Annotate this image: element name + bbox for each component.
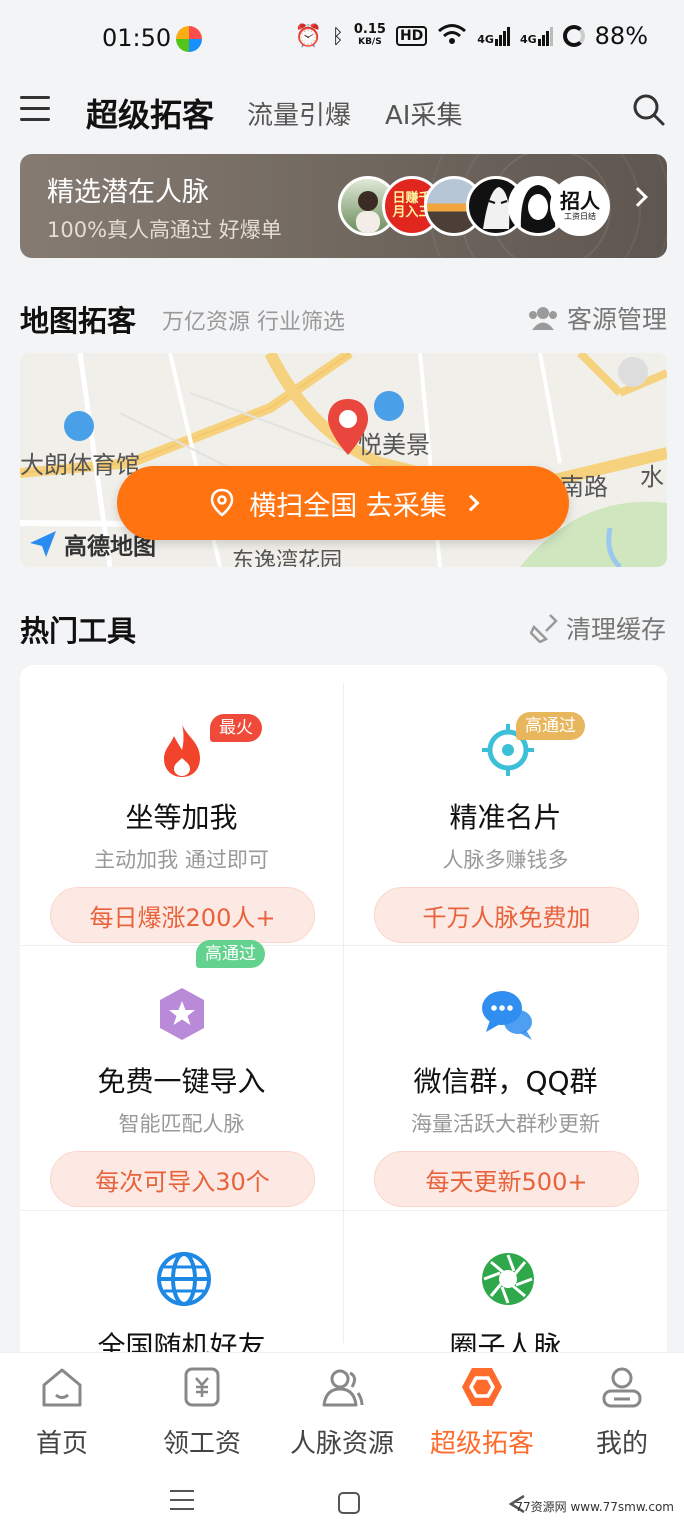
battery-percent: 88%	[594, 22, 648, 50]
avatar-subtext: 工资日结	[564, 212, 596, 221]
bottom-nav-label: 我的	[595, 1429, 648, 1459]
tab-traffic-boost[interactable]: 流量引爆	[247, 95, 351, 132]
high-pass-badge: 高通过	[516, 712, 585, 740]
location-icon	[210, 488, 234, 517]
bottom-nav-label: 超级拓客	[429, 1429, 534, 1459]
avatar-stack: 日赚千 月入三 招人 工资日结	[338, 176, 633, 238]
tool-card-circle-contacts[interactable]: 圈子人脉	[344, 1211, 667, 1365]
profile-icon	[600, 1365, 644, 1409]
battery-ring-icon	[562, 25, 585, 47]
tool-card-one-click-import[interactable]: 高通过 免费一键导入 智能匹配人脉 每次可导入30个	[20, 940, 343, 1210]
stadium-poi-icon	[64, 411, 94, 441]
tool-card-precise-card[interactable]: 高通过 精准名片 人脉多赚钱多 千万人脉免费加	[344, 682, 667, 946]
signal-icon-1: 4G	[477, 26, 510, 46]
high-pass-badge: 高通过	[196, 940, 265, 968]
location-pin-icon	[328, 399, 368, 461]
wifi-icon	[437, 23, 467, 49]
tool-card-wait-add[interactable]: 最火 坐等加我 主动加我 通过即可 每日爆涨200人+	[20, 682, 343, 946]
map-label: 悦美景	[358, 431, 430, 459]
banner-subtitle: 100%真人高通过 好爆单	[47, 218, 282, 242]
tab-ai-collect[interactable]: AI采集	[385, 95, 462, 132]
tab-super-prospect[interactable]: 超级拓客	[86, 90, 214, 136]
app-notification-icon	[176, 26, 202, 52]
bottom-nav-label: 人脉资源	[289, 1429, 394, 1459]
map-label: 大朗体育馆	[20, 451, 140, 479]
chevron-right-icon	[462, 494, 480, 512]
bottom-nav-super-prospect[interactable]: 超级拓客	[414, 1365, 550, 1460]
hexagon-icon	[460, 1365, 504, 1409]
tool-desc: 海量活跃大群秒更新	[411, 1112, 600, 1136]
scan-button-label: 横扫全国 去采集	[249, 490, 447, 522]
net-speed-value: 0.15	[353, 22, 386, 37]
tool-card-group-chats[interactable]: 微信群，QQ群 海量活跃大群秒更新 每天更新500+	[344, 946, 667, 1210]
bottom-nav-home[interactable]: 首页	[0, 1365, 130, 1460]
tool-pill[interactable]: 千万人脉免费加	[374, 887, 639, 943]
bottom-nav-contacts[interactable]: 人脉资源	[274, 1365, 410, 1460]
status-time: 01:50	[102, 24, 172, 52]
bottom-nav-salary[interactable]: 领工资	[134, 1365, 270, 1460]
avatar: 招人 工资日结	[550, 176, 610, 236]
building-poi-icon	[374, 391, 404, 421]
alarm-icon: ⏰	[294, 23, 322, 49]
hot-badge: 最火	[210, 714, 262, 742]
bottom-nav-label: 首页	[35, 1429, 88, 1459]
tool-name: 免费一键导入	[97, 1065, 266, 1098]
map-label: 东逸湾花园	[232, 549, 343, 567]
watermark-text: 77资源网 www.77smw.com	[515, 1500, 674, 1514]
tool-desc: 智能匹配人脉	[118, 1112, 245, 1136]
customer-manage-label: 客源管理	[567, 305, 668, 334]
status-bar: 01:50 ⏰ ᛒ 0.15 KB/S HD 4G 4G 88%	[0, 0, 684, 78]
contacts-banner[interactable]: 精选潜在人脉 100%真人高通过 好爆单 日赚千 月入三 招人 工资日结	[20, 154, 667, 258]
signal-icon-2: 4G	[519, 26, 553, 46]
wallet-icon	[180, 1365, 224, 1409]
clear-cache-label: 清理缓存	[566, 615, 667, 644]
bottom-nav-label: 领工资	[162, 1429, 241, 1459]
tool-desc: 主动加我 通过即可	[94, 848, 269, 872]
tool-pill[interactable]: 每天更新500+	[374, 1151, 639, 1207]
banner-title: 精选潜在人脉	[47, 177, 209, 208]
scan-nationwide-button[interactable]: 横扫全国 去采集	[117, 466, 569, 540]
tool-pill[interactable]: 每次可导入30个	[50, 1151, 315, 1207]
net-speed: 0.15 KB/S	[354, 23, 386, 49]
search-icon[interactable]	[632, 93, 666, 127]
network-type-label: 4G	[519, 32, 537, 46]
tool-name: 微信群，QQ群	[413, 1065, 598, 1098]
tool-pill[interactable]: 每日爆涨200人+	[50, 887, 315, 943]
recents-icon[interactable]	[170, 1490, 194, 1510]
menu-icon[interactable]	[20, 96, 50, 122]
bluetooth-icon: ᛒ	[331, 24, 344, 48]
aperture-icon	[480, 1251, 534, 1307]
bottom-nav: 首页 领工资 人脉资源 超级拓客 我的	[0, 1352, 684, 1462]
home-nav-icon[interactable]	[338, 1492, 360, 1514]
globe-icon	[156, 1251, 211, 1307]
network-type-label: 4G	[477, 32, 494, 46]
tool-name: 精准名片	[449, 801, 562, 834]
top-nav: 超级拓客 流量引爆 AI采集	[0, 78, 684, 148]
status-icons: ⏰ ᛒ 0.15 KB/S HD 4G 4G 88%	[294, 22, 648, 50]
clear-cache-button[interactable]: 清理缓存	[530, 610, 666, 646]
tools-grid: 最火 坐等加我 主动加我 通过即可 每日爆涨200人+ 高通过 精准名片 人脉多…	[20, 665, 667, 1365]
hd-icon: HD	[395, 26, 428, 46]
tool-card-random-friends[interactable]: 全国随机好友	[20, 1211, 343, 1365]
avatar-text: 招人	[560, 189, 600, 213]
flame-icon	[156, 722, 208, 778]
contacts-icon	[320, 1365, 364, 1409]
bottom-nav-profile[interactable]: 我的	[554, 1365, 684, 1460]
map-layer-icon[interactable]	[618, 357, 648, 387]
group-icon	[529, 307, 557, 330]
star-hexagon-icon	[156, 986, 208, 1042]
broom-icon	[530, 614, 558, 643]
map-section-title: 地图拓客	[20, 304, 137, 338]
home-icon	[40, 1365, 84, 1409]
net-speed-unit: KB/S	[358, 37, 382, 47]
customer-manage-link[interactable]: 客源管理	[527, 300, 667, 336]
tools-section-title: 热门工具	[20, 614, 137, 648]
chat-bubbles-icon	[480, 986, 532, 1042]
tool-desc: 人脉多赚钱多	[442, 848, 569, 872]
map-section-subtitle: 万亿资源 行业筛选	[162, 310, 345, 335]
map-label: 水	[640, 463, 664, 491]
tool-name: 坐等加我	[125, 801, 238, 834]
